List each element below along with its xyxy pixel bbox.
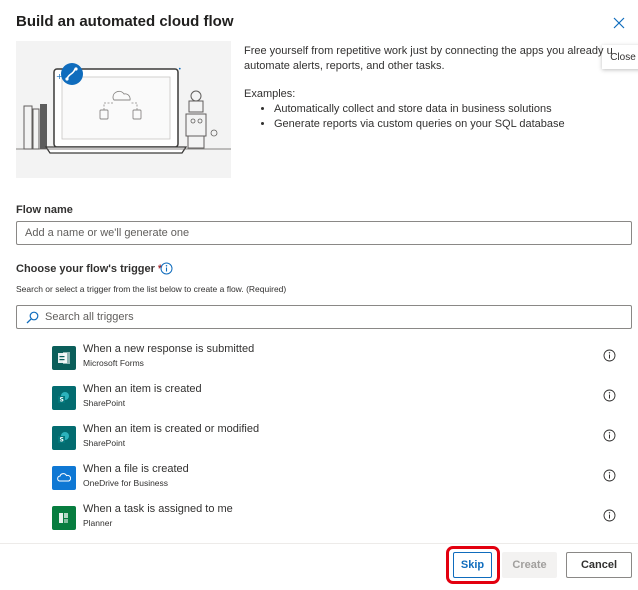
example-item: Generate reports via custom queries on y… <box>274 117 565 132</box>
flow-name-label: Flow name <box>16 204 73 216</box>
trigger-connector: Planner <box>83 518 113 528</box>
onedrive-icon <box>52 466 76 490</box>
trigger-label-row: Choose your flow's trigger * <box>16 263 162 275</box>
intro-line-1: Free yourself from repetitive work just … <box>244 45 613 57</box>
example-item: Automatically collect and store data in … <box>274 102 565 117</box>
info-icon <box>603 509 616 522</box>
examples-section: Examples: Automatically collect and stor… <box>244 87 565 132</box>
dialog-title: Build an automated cloud flow <box>16 13 234 30</box>
trigger-info-button[interactable] <box>603 509 616 527</box>
footer-divider <box>0 543 638 544</box>
info-icon <box>603 429 616 442</box>
trigger-connector: SharePoint <box>83 398 126 408</box>
cancel-button[interactable]: Cancel <box>566 552 632 578</box>
forms-icon <box>52 346 76 370</box>
flow-name-input[interactable] <box>17 222 631 244</box>
planner-icon <box>52 506 76 530</box>
trigger-item-sharepoint-created[interactable]: S When an item is created SharePoint <box>52 382 632 418</box>
trigger-item-planner-task[interactable]: When a task is assigned to me Planner <box>52 502 632 538</box>
trigger-title: When a file is created <box>83 463 189 475</box>
trigger-info-button[interactable] <box>603 469 616 487</box>
trigger-connector: Microsoft Forms <box>83 358 144 368</box>
trigger-item-forms-response[interactable]: When a new response is submitted Microso… <box>52 342 632 378</box>
intro-line-2: automate alerts, reports, and other task… <box>244 60 445 72</box>
svg-text:S: S <box>60 437 64 444</box>
trigger-item-sharepoint-modified[interactable]: S When an item is created or modified Sh… <box>52 422 632 458</box>
svg-text:S: S <box>60 397 64 404</box>
trigger-title: When a new response is submitted <box>83 343 255 355</box>
trigger-title: When an item is created <box>83 383 202 395</box>
trigger-item-onedrive-file[interactable]: When a file is created OneDrive for Busi… <box>52 462 632 498</box>
info-icon <box>603 469 616 482</box>
trigger-info-button[interactable] <box>603 349 616 367</box>
intro-description: Free yourself from repetitive work just … <box>244 44 638 74</box>
trigger-info-button[interactable] <box>603 389 616 407</box>
info-icon <box>603 389 616 402</box>
svg-text:•: • <box>178 66 182 73</box>
search-icon <box>26 311 39 329</box>
trigger-label: Choose your flow's trigger <box>16 263 155 275</box>
close-icon <box>613 17 625 29</box>
sharepoint-icon: S <box>52 426 76 450</box>
illustration: + • <box>16 41 231 178</box>
laptop-illustration: + • <box>16 63 231 154</box>
close-button[interactable] <box>608 12 630 34</box>
trigger-connector: OneDrive for Business <box>83 478 169 488</box>
info-icon <box>603 349 616 362</box>
trigger-info-button[interactable] <box>603 429 616 447</box>
trigger-search-wrapper <box>16 305 632 329</box>
trigger-help-text: Search or select a trigger from the list… <box>16 284 287 294</box>
sharepoint-icon: S <box>52 386 76 410</box>
trigger-title: When a task is assigned to me <box>83 503 233 515</box>
skip-button[interactable]: Skip <box>453 552 492 578</box>
trigger-connector: SharePoint <box>83 438 126 448</box>
trigger-search-input[interactable] <box>17 306 631 328</box>
create-button[interactable]: Create <box>502 552 557 578</box>
trigger-info-button[interactable] <box>160 262 173 280</box>
trigger-title: When an item is created or modified <box>83 423 260 435</box>
examples-list: Automatically collect and store data in … <box>244 102 565 132</box>
examples-label: Examples: <box>244 88 296 100</box>
flow-name-field-wrapper <box>16 221 632 245</box>
info-icon <box>160 262 173 275</box>
